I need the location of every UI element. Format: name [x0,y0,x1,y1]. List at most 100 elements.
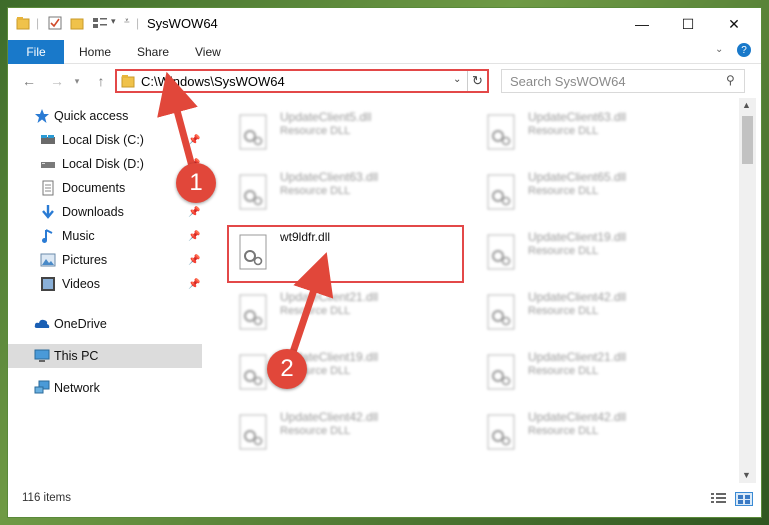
pin-icon[interactable]: 📌 [188,279,200,290]
file-type: Resource DLL [528,245,599,257]
file-item[interactable]: UpdateClient65.dll Resource DLL [476,166,716,216]
window-title: SysWOW64 [147,16,218,31]
file-item[interactable]: UpdateClient63.dll Resource DLL [476,106,716,156]
search-icon[interactable]: ⚲ [726,73,735,87]
address-bar[interactable]: C:\Windows\SysWOW64 ⌄ ↻ [115,69,489,93]
large-icons-view-icon[interactable] [735,492,753,506]
separator [467,71,468,91]
dll-file-icon [236,174,272,212]
sidebar-item-documents[interactable]: Documents 📌 [8,176,202,200]
sidebar-item-pictures[interactable]: Pictures 📌 [8,248,202,272]
chevron-down-icon[interactable]: ▾ [111,16,116,27]
scroll-up-icon[interactable]: ▲ [742,100,751,110]
file-item[interactable]: UpdateClient63.dll Resource DLL [228,166,468,216]
file-type: Resource DLL [280,185,351,197]
videos-icon [40,276,56,292]
dll-file-icon [484,114,520,152]
pin-icon[interactable]: 📌 [188,135,200,146]
step-badge-2: 2 [267,349,307,389]
tab-file[interactable]: File [8,40,64,64]
scrollbar-thumb[interactable] [742,116,753,164]
customize-toolbar-icon[interactable]: ⩡ [124,16,130,27]
file-name: UpdateClient42.dll [280,410,379,424]
pictures-icon [40,252,56,268]
file-item[interactable]: UpdateClient42.dll Resource DLL [228,406,468,456]
file-name: UpdateClient21.dll [280,290,379,304]
tab-home[interactable]: Home [79,45,111,59]
file-item[interactable]: UpdateClient5.dll Resource DLL [228,106,468,156]
properties-icon[interactable] [48,16,62,30]
sidebar-item-downloads[interactable]: Downloads 📌 [8,200,202,224]
file-name: UpdateClient5.dll [280,110,372,124]
maximize-button[interactable]: ☐ [665,8,711,40]
download-icon [40,204,56,220]
folder-icon [16,16,30,30]
file-item[interactable]: UpdateClient42.dll Resource DLL [476,286,716,336]
vertical-scrollbar[interactable]: ▲ ▼ [739,98,756,483]
recent-locations-icon[interactable]: ▾ [68,72,86,90]
computer-icon [34,348,50,364]
tab-view[interactable]: View [195,45,221,59]
sidebar-item-label: Local Disk (D:) [62,157,144,171]
back-arrow-icon[interactable]: ← [20,72,38,90]
step-badge-1: 1 [176,163,216,203]
sidebar-item-label: Downloads [62,205,124,219]
dll-file-icon [484,354,520,392]
help-icon[interactable]: ? [737,43,751,57]
dll-file-icon [236,414,272,452]
new-folder-icon[interactable] [70,16,84,30]
minimize-button[interactable]: — [619,8,665,40]
item-count: 116 items [22,492,72,504]
dll-file-icon [484,234,520,272]
navigation-bar: ← → ▾ ↑ C:\Windows\SysWOW64 ⌄ ↻ Search S… [8,66,761,96]
file-name: UpdateClient65.dll [528,170,627,184]
expand-ribbon-icon[interactable]: ⌄ [715,44,723,55]
file-list: UpdateClient5.dll Resource DLL UpdateCli… [204,100,740,480]
close-button[interactable]: ✕ [711,8,757,40]
dll-file-icon [484,294,520,332]
search-input[interactable]: Search SysWOW64 ⚲ [501,69,745,93]
up-arrow-icon[interactable]: ↑ [92,72,110,90]
tab-share[interactable]: Share [137,45,169,59]
sidebar-item-videos[interactable]: Videos 📌 [8,272,202,296]
file-name: UpdateClient63.dll [280,170,379,184]
sidebar-item-quick-access[interactable]: Quick access [8,104,202,128]
sidebar-item-label: Music [62,229,95,243]
pin-icon[interactable]: 📌 [188,255,200,266]
file-item[interactable]: UpdateClient42.dll Resource DLL [476,406,716,456]
drive-icon [40,156,56,172]
sidebar-item-onedrive[interactable]: OneDrive [8,312,202,336]
details-view-icon[interactable] [711,492,729,506]
pin-icon[interactable]: 📌 [188,207,200,218]
dll-file-icon [236,114,272,152]
file-type: Resource DLL [528,425,599,437]
forward-arrow-icon[interactable]: → [48,72,66,90]
file-name: UpdateClient63.dll [528,110,627,124]
cloud-icon [34,316,50,332]
navigation-pane: Quick access Local Disk (C:) 📌 Local Dis… [8,104,204,464]
scroll-down-icon[interactable]: ▼ [742,470,751,480]
pin-icon[interactable]: 📌 [188,231,200,242]
sidebar-item-music[interactable]: Music 📌 [8,224,202,248]
refresh-icon[interactable]: ↻ [472,73,483,89]
sidebar-item-label: Documents [62,181,126,195]
sidebar-item-local-disk-d[interactable]: Local Disk (D:) 📌 [8,152,202,176]
file-item[interactable]: UpdateClient21.dll Resource DLL [228,286,468,336]
sidebar-item-network[interactable]: Network [8,376,202,400]
address-path: C:\Windows\SysWOW64 [141,74,285,89]
sidebar-item-this-pc[interactable]: This PC [8,344,202,368]
file-item[interactable]: UpdateClient21.dll Resource DLL [476,346,716,396]
file-item[interactable]: UpdateClient19.dll Resource DLL [476,226,716,276]
star-icon [34,108,50,124]
search-placeholder: Search SysWOW64 [510,74,626,89]
chevron-down-icon[interactable]: ⌄ [453,74,461,85]
separator: | [136,16,140,30]
file-type: Resource DLL [528,185,599,197]
file-name: UpdateClient42.dll [528,290,627,304]
dll-file-icon [484,414,520,452]
view-options-icon[interactable] [92,16,108,30]
sidebar-item-local-disk-c[interactable]: Local Disk (C:) 📌 [8,128,202,152]
sidebar-item-label: OneDrive [54,317,107,331]
file-type: Resource DLL [280,425,351,437]
file-item[interactable]: UpdateClient19.dll Resource DLL [228,346,468,396]
